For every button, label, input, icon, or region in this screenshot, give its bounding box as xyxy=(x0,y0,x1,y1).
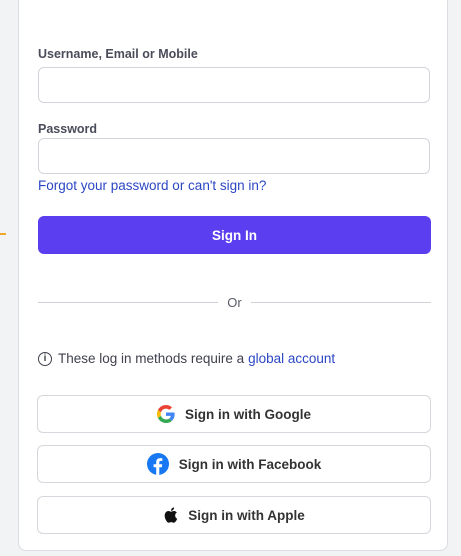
facebook-button-label: Sign in with Facebook xyxy=(178,456,322,472)
facebook-sign-in-button[interactable]: Sign in with Facebook xyxy=(37,445,431,483)
forgot-password-link[interactable]: Forgot your password or can't sign in? xyxy=(38,178,266,193)
notice-text: These log in methods require a xyxy=(58,351,245,366)
username-label: Username, Email or Mobile xyxy=(38,47,198,61)
google-sign-in-button[interactable]: Sign in with Google xyxy=(37,395,431,433)
global-account-notice: i These log in methods require a global … xyxy=(38,351,335,366)
side-marker xyxy=(0,233,6,235)
or-divider: Or xyxy=(38,294,432,310)
google-button-label: Sign in with Google xyxy=(185,406,311,422)
sign-in-button[interactable]: Sign In xyxy=(38,216,431,254)
username-input[interactable] xyxy=(38,67,430,103)
login-card: Username, Email or Mobile Password Forgo… xyxy=(18,0,448,551)
apple-icon xyxy=(163,507,178,523)
password-input[interactable] xyxy=(38,138,430,174)
global-account-link[interactable]: global account xyxy=(248,351,335,366)
google-icon xyxy=(157,405,175,423)
facebook-icon xyxy=(146,453,169,475)
info-icon: i xyxy=(38,351,52,366)
divider-line-left xyxy=(38,301,219,303)
divider-or-text: Or xyxy=(227,294,242,310)
password-label: Password xyxy=(38,122,98,136)
apple-button-label: Sign in with Apple xyxy=(188,507,305,523)
divider-line-right xyxy=(250,301,432,303)
apple-sign-in-button[interactable]: Sign in with Apple xyxy=(37,496,431,534)
login-page: Username, Email or Mobile Password Forgo… xyxy=(0,0,461,556)
